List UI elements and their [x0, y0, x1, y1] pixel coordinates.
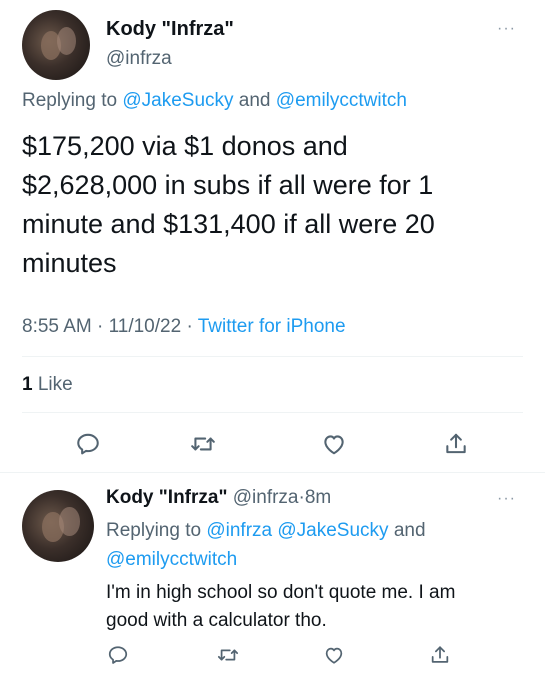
retweet-icon: [191, 437, 215, 451]
likes-count[interactable]: 1 Like: [22, 374, 73, 396]
main-tweet: Kody "Infrza" @infrza ··· Replying to @J…: [0, 0, 545, 472]
mention-link[interactable]: @emilycctwitch: [276, 90, 407, 111]
tweet-text: I'm in high school so don't quote me. I …: [106, 579, 526, 635]
tweet-separator: [0, 472, 545, 473]
divider: [22, 412, 523, 413]
retweet-button[interactable]: [186, 428, 220, 460]
like-button[interactable]: [318, 428, 350, 460]
replying-to: Replying to @JakeSucky and @emilycctwitc…: [22, 90, 407, 112]
reply-button[interactable]: [72, 428, 104, 460]
reply-icon: [77, 433, 99, 455]
share-icon: [431, 646, 449, 663]
replying-and: and: [238, 90, 271, 111]
tweet-text-line: $2,628,000 in subs if all were for 1: [22, 170, 434, 200]
avatar-photo-part: [59, 507, 80, 537]
tweet-text: $175,200 via $1 donos and $2,628,000 in …: [22, 127, 522, 283]
tweet-text-line: $175,200 via $1 donos and: [22, 131, 348, 161]
replying-and: and: [393, 520, 426, 541]
reply-header: Kody "Infrza" @infrza·8m: [106, 487, 331, 509]
mention-link[interactable]: @emilycctwitch: [106, 549, 237, 570]
share-button[interactable]: [440, 428, 472, 460]
meta-separator: ·: [97, 316, 104, 337]
replying-label: Replying to: [106, 520, 202, 541]
like-count-number: 1: [22, 374, 33, 395]
tweet-text-line: minutes: [22, 248, 117, 278]
display-name[interactable]: Kody "Infrza": [106, 18, 234, 41]
user-handle[interactable]: @infrza: [233, 487, 299, 508]
user-handle[interactable]: @infrza: [106, 48, 172, 70]
tweet-text-line: I'm in high school so don't quote me. I …: [106, 582, 456, 603]
reply-icon: [108, 646, 128, 664]
retweet-icon: [217, 649, 239, 661]
tweet-meta: 8:55 AM · 11/10/22 · Twitter for iPhone: [22, 316, 346, 338]
avatar-photo-part: [57, 26, 77, 55]
tweet-date[interactable]: 11/10/22: [109, 316, 182, 337]
replying-to: Replying to @infrza @JakeSucky and @emil…: [106, 516, 506, 574]
tweet-source[interactable]: Twitter for iPhone: [198, 316, 346, 337]
avatar[interactable]: [22, 10, 90, 80]
heart-icon: [325, 647, 343, 664]
more-icon[interactable]: ···: [497, 491, 516, 507]
more-icon[interactable]: ···: [497, 21, 516, 37]
avatar[interactable]: [22, 490, 94, 562]
heart-icon: [324, 435, 344, 455]
retweet-button[interactable]: [214, 641, 242, 669]
reply-button[interactable]: [104, 641, 132, 669]
meta-separator: ·: [186, 316, 193, 337]
like-button[interactable]: [320, 641, 348, 669]
replying-label: Replying to: [22, 90, 118, 111]
mention-link[interactable]: @JakeSucky: [277, 520, 388, 541]
tweet-time[interactable]: 8:55 AM: [22, 316, 92, 337]
tweet-text-line: good with a calculator tho.: [106, 610, 327, 631]
divider: [22, 356, 523, 357]
like-count-label: Like: [37, 374, 73, 395]
display-name[interactable]: Kody "Infrza": [106, 487, 227, 508]
share-button[interactable]: [426, 641, 454, 669]
tweet-time[interactable]: 8m: [305, 487, 331, 508]
mention-link[interactable]: @JakeSucky: [122, 90, 233, 111]
mention-link[interactable]: @infrza: [206, 520, 272, 541]
share-icon: [446, 433, 466, 454]
tweet-text-line: minute and $131,400 if all were 20: [22, 209, 435, 239]
